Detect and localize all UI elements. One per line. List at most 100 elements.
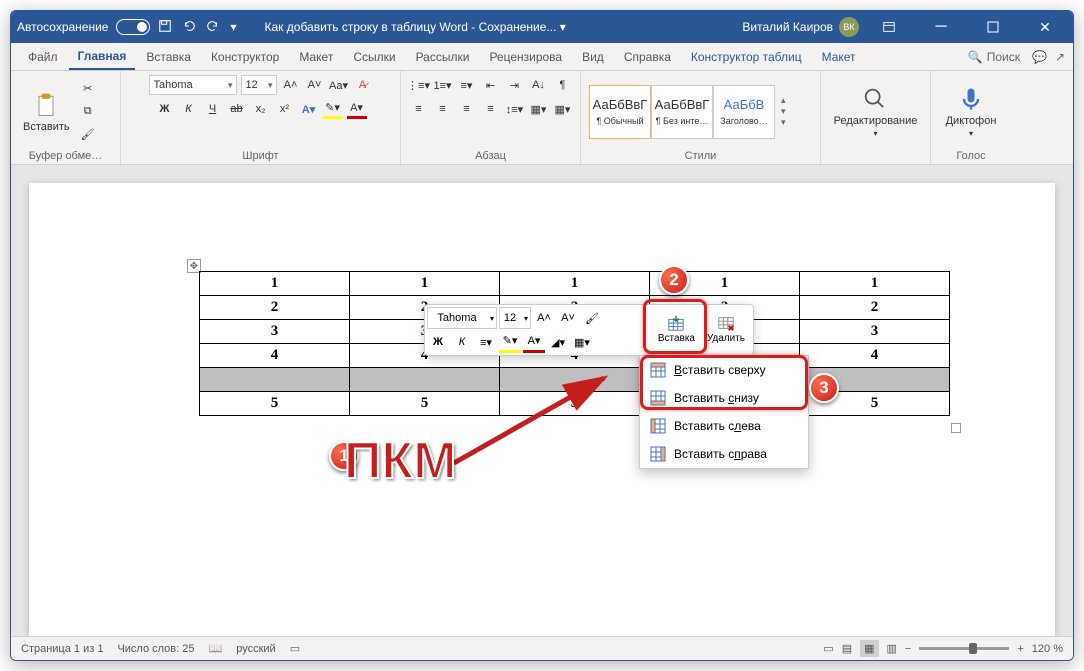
autosave-toggle[interactable] [116, 19, 150, 35]
spellcheck-icon[interactable]: 📖 [209, 642, 223, 655]
clear-format-icon[interactable]: A̷ [353, 75, 373, 95]
subscript-icon[interactable]: x₂ [251, 99, 271, 119]
insert-col-left[interactable]: Вставить слева [640, 412, 808, 440]
print-view-icon[interactable]: ▦ [860, 640, 878, 657]
text-effects-icon[interactable]: A▾ [299, 99, 319, 119]
table-resize-handle[interactable] [951, 423, 961, 433]
avatar: ВК [839, 17, 859, 37]
minimize-button[interactable]: ─ [919, 11, 963, 43]
shrink-font-icon[interactable]: A˅ [305, 75, 325, 95]
line-spacing-icon[interactable]: ↕≡▾ [505, 99, 525, 119]
user-account[interactable]: Виталий Каиров ВК [742, 17, 859, 37]
style-heading1[interactable]: АаБбВЗаголово… [713, 85, 775, 139]
mini-align-icon[interactable]: ≡▾ [475, 331, 497, 353]
mini-shading-icon[interactable]: ◢▾ [547, 331, 569, 353]
tab-home[interactable]: Главная [69, 44, 136, 70]
focus-view-icon[interactable]: ▭ [823, 642, 833, 655]
align-center-icon[interactable]: ≡ [433, 99, 453, 119]
bold-button[interactable]: Ж [155, 99, 175, 119]
insert-row-below[interactable]: Вставить снизу [640, 384, 808, 412]
status-language[interactable]: русский [236, 643, 275, 655]
paste-button[interactable]: Вставить [19, 89, 74, 135]
comments-icon[interactable]: 💬 [1032, 50, 1047, 64]
highlight-icon[interactable]: ✎▾ [323, 99, 343, 119]
zoom-out-button[interactable]: − [905, 643, 911, 655]
shading-icon[interactable]: ▦▾ [529, 99, 549, 119]
zoom-in-button[interactable]: + [1017, 643, 1023, 655]
macro-icon[interactable]: ▭ [290, 642, 300, 655]
style-nospacing[interactable]: АаБбВвГ¶ Без инте… [651, 85, 713, 139]
borders-icon[interactable]: ▦▾ [553, 99, 573, 119]
tab-view[interactable]: Вид [573, 45, 613, 69]
bullets-icon[interactable]: ⋮≡▾ [409, 75, 429, 95]
mini-borders-icon[interactable]: ▦▾ [571, 331, 593, 353]
tab-references[interactable]: Ссылки [344, 45, 404, 69]
redo-icon[interactable] [206, 19, 220, 36]
mini-delete-button[interactable]: Удалить [703, 307, 749, 351]
editing-button[interactable]: Редактирование ▾ [830, 83, 922, 140]
mini-size-combo[interactable]: 12 [499, 307, 531, 329]
mini-painter-icon[interactable]: 🖌 [581, 307, 603, 329]
multilevel-icon[interactable]: ≡▾ [457, 75, 477, 95]
style-normal[interactable]: АаБбВвГ¶ Обычный [589, 85, 651, 139]
search-box[interactable]: 🔍Поиск [968, 50, 1020, 64]
tab-table-layout[interactable]: Макет [813, 45, 865, 69]
tab-insert[interactable]: Вставка [137, 45, 200, 69]
tab-table-design[interactable]: Конструктор таблиц [682, 45, 811, 69]
dictate-button[interactable]: Диктофон ▾ [942, 83, 1001, 140]
undo-icon[interactable] [182, 19, 196, 36]
read-view-icon[interactable]: ▤ [842, 642, 852, 655]
font-name-combo[interactable]: Tahoma [149, 75, 237, 95]
align-left-icon[interactable]: ≡ [409, 99, 429, 119]
zoom-slider[interactable] [919, 647, 1009, 650]
share-icon[interactable]: ↗ [1055, 50, 1065, 64]
maximize-button[interactable] [971, 11, 1015, 43]
close-button[interactable]: ✕ [1023, 11, 1067, 43]
tab-file[interactable]: Файл [19, 45, 67, 69]
ribbon-mode-icon[interactable] [867, 11, 911, 43]
zoom-level[interactable]: 120 % [1032, 643, 1063, 655]
quick-access-toolbar: ▾ [158, 19, 236, 36]
format-painter-icon[interactable]: 🖌 [78, 125, 98, 145]
mini-italic[interactable]: К [451, 331, 473, 353]
strike-button[interactable]: ab [227, 99, 247, 119]
save-icon[interactable] [158, 19, 172, 36]
superscript-icon[interactable]: x² [275, 99, 295, 119]
group-styles: АаБбВвГ¶ Обычный АаБбВвГ¶ Без инте… АаБб… [581, 71, 821, 164]
copy-icon[interactable]: ⧉ [78, 102, 98, 122]
numbering-icon[interactable]: 1≡▾ [433, 75, 453, 95]
change-case-icon[interactable]: Aa▾ [329, 75, 349, 95]
outdent-icon[interactable]: ⇤ [481, 75, 501, 95]
insert-col-right[interactable]: Вставить справа [640, 440, 808, 468]
mini-font-combo[interactable]: Tahoma [427, 307, 497, 329]
mini-highlight-icon[interactable]: ✎▾ [499, 331, 521, 353]
tab-layout[interactable]: Макет [290, 45, 342, 69]
mini-insert-button[interactable]: Вставка [654, 307, 699, 351]
tab-mailings[interactable]: Рассылки [407, 45, 479, 69]
annotation-badge-1: 1 [329, 441, 359, 471]
tab-help[interactable]: Справка [615, 45, 680, 69]
grow-font-icon[interactable]: A˄ [281, 75, 301, 95]
showmarks-icon[interactable]: ¶ [553, 75, 573, 95]
ribbon: Вставить ✂ ⧉ 🖌 Буфер обме… Tahoma 12 A˄ … [11, 71, 1073, 165]
mini-bold[interactable]: Ж [427, 331, 449, 353]
status-page[interactable]: Страница 1 из 1 [21, 643, 103, 655]
cut-icon[interactable]: ✂ [78, 79, 98, 99]
tab-design[interactable]: Конструктор [202, 45, 288, 69]
underline-button[interactable]: Ч [203, 99, 223, 119]
mini-fontcolor-icon[interactable]: A▾ [523, 331, 545, 353]
font-size-combo[interactable]: 12 [241, 75, 277, 95]
mini-grow-icon[interactable]: A˄ [533, 307, 555, 329]
indent-icon[interactable]: ⇥ [505, 75, 525, 95]
table-row-selected [200, 368, 950, 392]
italic-button[interactable]: К [179, 99, 199, 119]
web-view-icon[interactable]: ▥ [887, 642, 897, 655]
sort-icon[interactable]: A↓ [529, 75, 549, 95]
tab-review[interactable]: Рецензирова [480, 45, 571, 69]
font-color-icon[interactable]: A▾ [347, 99, 367, 119]
status-words[interactable]: Число слов: 25 [117, 643, 194, 655]
insert-row-above[interactable]: Вставить сверху [640, 356, 808, 384]
justify-icon[interactable]: ≡ [481, 99, 501, 119]
align-right-icon[interactable]: ≡ [457, 99, 477, 119]
mini-shrink-icon[interactable]: A˅ [557, 307, 579, 329]
